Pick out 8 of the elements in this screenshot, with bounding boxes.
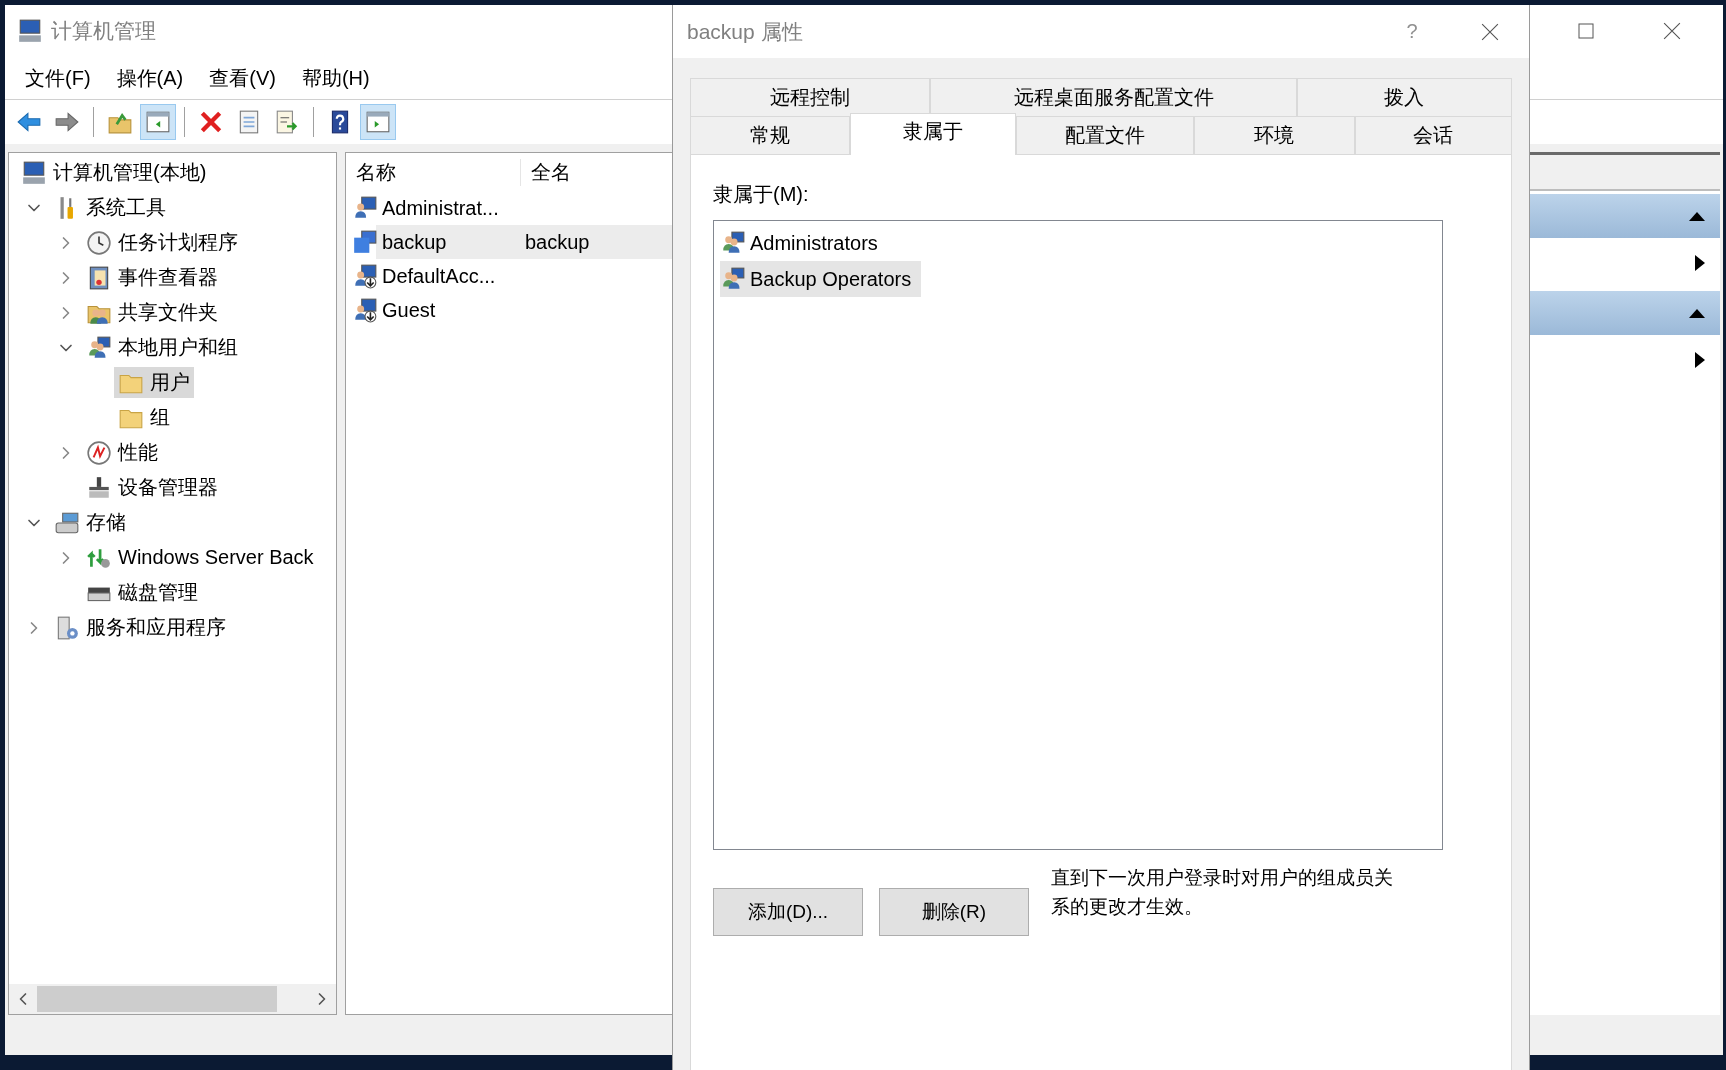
name-cell-text: Guest [381, 298, 437, 322]
name-cell-text: DefaultAcc... [381, 264, 497, 288]
name-cell-text: backup [381, 230, 448, 254]
dialog-title: backup 属性 [687, 18, 803, 45]
window-title: 计算机管理 [51, 18, 156, 44]
name-cell-text: Administrat... [381, 196, 500, 220]
note-text: 直到下一次用户登录时对用户的组成员关系的更改才生效。 [1051, 866, 1394, 919]
full-name-cell-text: backup [524, 230, 591, 254]
